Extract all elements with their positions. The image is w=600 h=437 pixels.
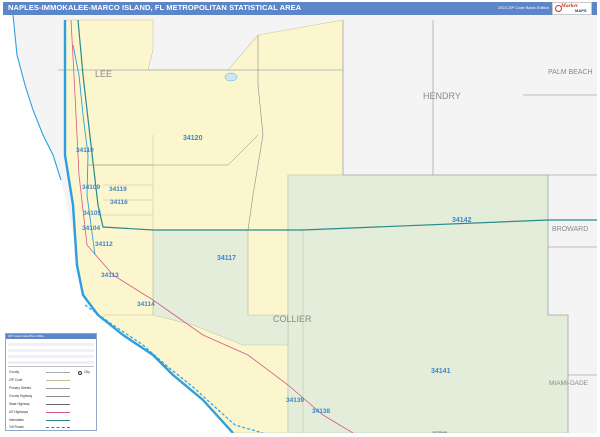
map-frame: NAPLES-IMMOKALEE-MARCO ISLAND, FL METROP… [0, 0, 600, 437]
zip-label-34109: 34109 [82, 184, 100, 191]
zip-label-34110: 34110 [76, 147, 94, 154]
county-label-palm-beach: PALM BEACH [548, 69, 593, 76]
zip-label-34120: 34120 [183, 135, 203, 142]
zip-region-green [287, 174, 569, 433]
logo-text-bottom: MAPS [575, 8, 587, 13]
county-label-broward: BROWARD [552, 226, 588, 233]
map-title: NAPLES-IMMOKALEE-MARCO ISLAND, FL METROP… [8, 3, 302, 12]
footer-credit: Full Roads [432, 430, 447, 434]
lake-trafford [224, 72, 238, 82]
legend-row-zip: ZIP Code [9, 378, 23, 382]
edition-label: 2023 ZIP Code Basic Edition [497, 5, 549, 10]
county-label-miami-dade: MIAMI-DADE [549, 380, 589, 387]
title-bar: NAPLES-IMMOKALEE-MARCO ISLAND, FL METROP… [3, 2, 597, 15]
legend-index-table [8, 340, 94, 367]
legend-city-label: City [84, 370, 91, 374]
legend-swatch-county-hwy [46, 396, 70, 397]
zip-label-34117: 34117 [217, 255, 236, 262]
legend-swatch-county [46, 372, 70, 373]
zip-label-34141: 34141 [431, 368, 451, 375]
map-legend: ZIP Code Index/Post Office County ZIP Co… [5, 333, 97, 431]
county-label-lee: LEE [95, 69, 112, 79]
legend-swatch-state-hwy [46, 404, 70, 405]
legend-city-marker-icon [78, 371, 82, 375]
county-label-hendry: HENDRY [423, 91, 461, 101]
zip-label-34138: 34138 [312, 408, 330, 415]
zip-label-34105: 34105 [83, 210, 101, 217]
zip-label-34119: 34119 [109, 186, 127, 193]
zip-label-34112: 34112 [95, 241, 113, 248]
zip-label-34113: 34113 [101, 272, 119, 279]
legend-row-county-hwy: County Highway [9, 394, 33, 398]
zip-label-34139: 34139 [286, 397, 304, 404]
legend-swatch-toll [46, 427, 70, 428]
legend-row-county: County [9, 370, 20, 374]
footer: Full Roads [3, 430, 597, 435]
legend-row-interstate: Interstates [9, 418, 24, 422]
zip-label-34116: 34116 [110, 199, 128, 206]
zip-label-34104: 34104 [82, 225, 100, 232]
county-label-collier: COLLIER [273, 314, 312, 324]
legend-swatch-interstate [46, 420, 70, 421]
publisher-logo: Market MAPS [552, 2, 592, 15]
legend-swatch-us-hwy [46, 412, 70, 413]
legend-row-primary: Primary Streets [9, 386, 31, 390]
legend-swatch-zip [46, 380, 70, 381]
legend-swatch-primary [46, 388, 70, 389]
zip-label-34114: 34114 [137, 301, 155, 308]
zip-label-34142: 34142 [452, 217, 472, 224]
legend-heading: ZIP Code Index/Post Office [6, 334, 96, 339]
legend-row-us-hwy: US Highways [9, 410, 29, 414]
legend-row-toll: Toll Roads [9, 425, 24, 429]
legend-row-state-hwy: State Highway [9, 402, 30, 406]
